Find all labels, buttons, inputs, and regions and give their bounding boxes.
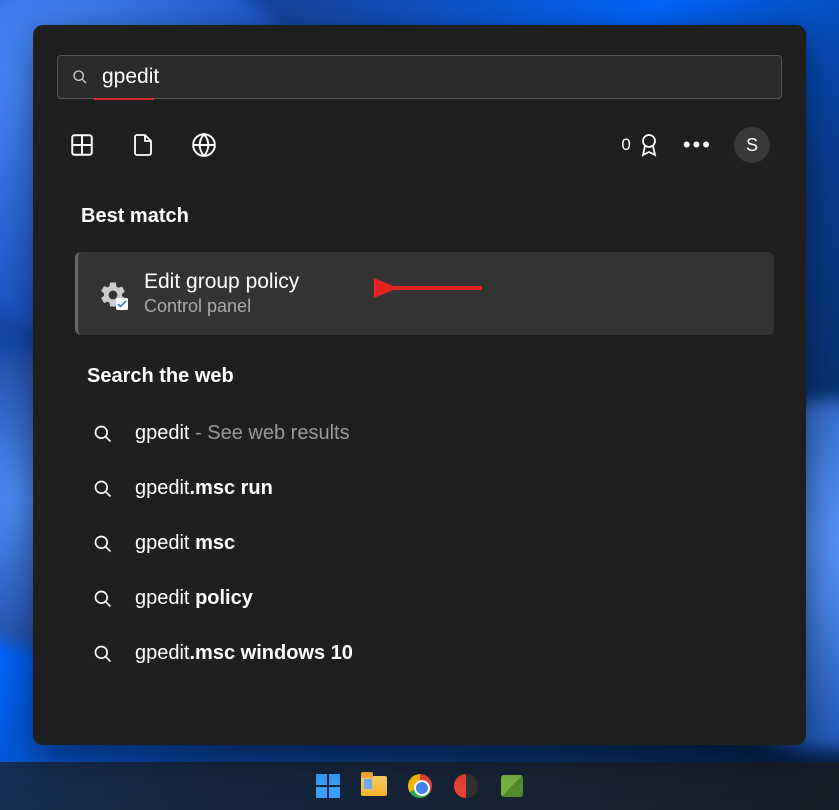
web-result-text: gpedit.msc run [135,477,273,500]
user-avatar[interactable]: S [734,127,770,163]
web-result-item[interactable]: gpedit policy [75,571,782,626]
web-result-item[interactable]: gpedit - See web results [75,406,782,461]
best-match-subtitle: Control panel [144,296,299,317]
green-app-icon [501,775,523,797]
chrome-button[interactable] [406,772,434,800]
search-icon [93,479,113,499]
start-button[interactable] [314,772,342,800]
web-result-text: gpedit msc [135,532,235,555]
web-results-list: gpedit - See web results gpedit.msc run gp… [75,406,782,681]
web-result-item[interactable]: gpedit.msc windows 10 [75,626,782,681]
spellcheck-underline [94,98,154,100]
more-options-button[interactable]: ••• [683,132,712,158]
start-search-panel: 0 ••• S Best match Edit group policy Con… [33,25,806,745]
web-filter-icon[interactable] [191,132,217,158]
search-filter-row: 0 ••• S [57,127,782,163]
web-result-text: gpedit - See web results [135,422,350,445]
search-icon [72,69,88,85]
circle-app-icon [454,774,478,798]
rewards-icon [637,133,661,157]
search-icon [93,534,113,554]
search-web-header: Search the web [87,365,782,388]
avatar-initial: S [746,135,758,156]
web-result-text: gpedit policy [135,587,253,610]
web-result-item[interactable]: gpedit.msc run [75,461,782,516]
folder-icon [361,776,387,796]
app-button-1[interactable] [452,772,480,800]
documents-filter-icon[interactable] [131,132,155,158]
file-explorer-button[interactable] [360,772,388,800]
apps-filter-icon[interactable] [69,132,95,158]
rewards-count: 0 [621,135,630,155]
app-button-2[interactable] [498,772,526,800]
chrome-icon [408,774,432,798]
taskbar [0,762,839,810]
search-icon [93,644,113,664]
best-match-header: Best match [81,205,782,228]
search-box[interactable] [57,55,782,99]
control-panel-gear-icon [98,280,126,308]
annotation-arrow [374,274,484,302]
search-icon [93,589,113,609]
windows-logo-icon [316,774,340,798]
search-input[interactable] [102,65,767,89]
rewards-indicator[interactable]: 0 [621,133,660,157]
best-match-result[interactable]: Edit group policy Control panel [75,252,774,335]
web-result-item[interactable]: gpedit msc [75,516,782,571]
web-result-text: gpedit.msc windows 10 [135,642,353,665]
search-icon [93,424,113,444]
best-match-title: Edit group policy [144,270,299,294]
